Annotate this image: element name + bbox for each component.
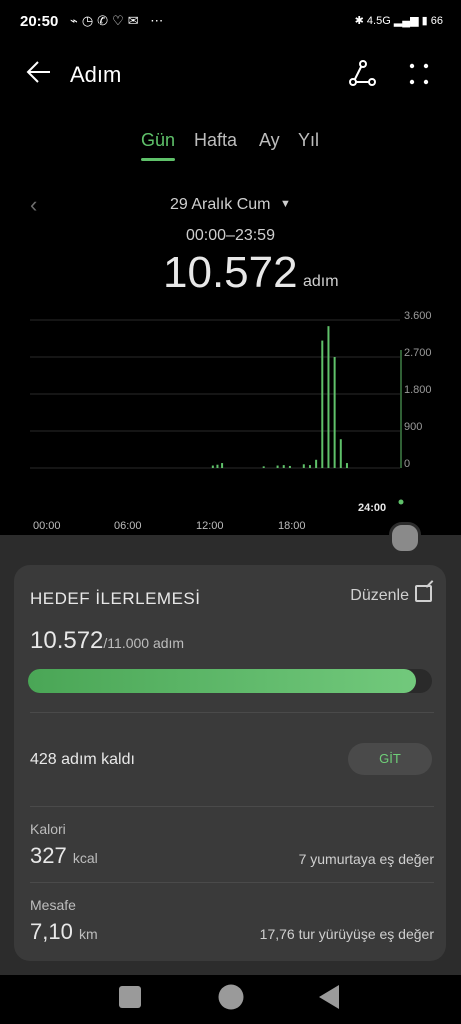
notification-icons: ⌁◷✆♡✉ ⋯ [70, 13, 168, 28]
period-tabs: Gün Hafta Ay Yıl [0, 126, 461, 162]
calorie-value: 327 [30, 843, 67, 868]
app-bar: Adım [0, 44, 461, 104]
date-selector: ‹ 29 Aralık Cum ▼ [0, 192, 461, 220]
back-nav-icon[interactable] [317, 984, 341, 1015]
x-tick-label: 12:00 [196, 520, 224, 532]
step-bar [345, 463, 348, 468]
step-bar [282, 465, 285, 468]
y-tick-label: 1.800 [404, 384, 432, 396]
time-range: 00:00–23:59 [186, 227, 275, 244]
recent-apps-icon[interactable] [118, 985, 142, 1014]
x-tick-label: 24:00 [358, 502, 386, 514]
divider [30, 712, 434, 713]
total-steps: 10.572 [163, 248, 298, 297]
tab-month[interactable]: Ay [259, 130, 280, 151]
step-bar [321, 340, 324, 468]
back-arrow-icon[interactable] [26, 60, 52, 91]
calorie-label: Kalori [30, 821, 66, 837]
step-bar [339, 439, 342, 468]
edit-icon [415, 585, 432, 602]
y-tick-label: 3.600 [404, 310, 432, 322]
status-right-icons: ✱ 4.5G ▂▄▆ ▮ 66 [355, 14, 443, 27]
calorie-unit: kcal [72, 850, 98, 866]
distance-value: 7,10 [30, 919, 73, 944]
step-bar [221, 463, 224, 468]
x-tick-label: 06:00 [114, 520, 142, 532]
dropdown-caret-icon[interactable]: ▼ [280, 198, 291, 210]
previous-date-icon[interactable]: ‹ [30, 192, 37, 218]
step-bar [288, 465, 291, 468]
distance-value-row: 7,10 km [30, 919, 98, 945]
share-icon[interactable] [348, 60, 376, 93]
battery-icon: ▮ [421, 15, 428, 27]
y-tick-label: 2.700 [404, 347, 432, 359]
tab-week[interactable]: Hafta [194, 130, 237, 151]
more-options-icon[interactable] [407, 60, 431, 93]
distance-unit: km [78, 926, 98, 942]
edit-label: Düzenle [350, 587, 409, 604]
step-bar [308, 465, 311, 468]
x-tick-label: 18:00 [278, 520, 306, 532]
goal-title: HEDEF İLERLEMESİ [30, 589, 201, 608]
network-indicator: 4.5G [366, 15, 391, 27]
step-bar [333, 357, 336, 468]
current-time-dot [398, 499, 404, 505]
steps-unit: adım [303, 273, 339, 290]
goal-progress-fill [28, 669, 417, 693]
calorie-value-row: 327 kcal [30, 843, 98, 869]
y-tick-label: 900 [404, 421, 422, 433]
y-tick-label: 0 [404, 458, 410, 470]
status-bar: 20:50 ⌁◷✆♡✉ ⋯ ✱ 4.5G ▂▄▆ ▮ 66 [0, 0, 461, 44]
steps-chart: 3.600 2.700 1.800 900 0 00:00 06:00 12:00 18:00 2… [0, 300, 461, 540]
calorie-equivalent: 7 yumurtaya eş değer [298, 851, 434, 867]
page-title: Adım [70, 62, 122, 87]
chart-scrubber-handle[interactable] [389, 522, 421, 554]
step-bar [327, 326, 330, 468]
tab-indicator [141, 158, 175, 161]
step-bar [216, 464, 219, 468]
goal-progress-text: 10.572/11.000 adım [30, 627, 184, 655]
steps-bar-chart: 3.600 2.700 1.800 900 0 00:00 06:00 12:00 18:00 2… [30, 310, 432, 532]
status-time: 20:50 [20, 13, 59, 30]
goal-progress-bar [28, 669, 432, 693]
step-bar [262, 466, 265, 468]
edit-goal-button[interactable]: Düzenle [350, 585, 432, 605]
divider [30, 882, 434, 883]
x-tick-label: 00:00 [33, 520, 61, 532]
step-bar [276, 465, 279, 468]
remaining-steps: 428 adım kaldı [30, 751, 135, 768]
signal-icon: ▂▄▆ [393, 15, 419, 27]
goal-progress-card: HEDEF İLERLEMESİ Düzenle 10.572/11.000 a… [14, 565, 446, 961]
step-bar [315, 459, 318, 468]
tab-year[interactable]: Yıl [298, 130, 319, 151]
step-bar [302, 464, 305, 468]
distance-equivalent: 17,76 tur yürüyüşe eş değer [259, 926, 434, 942]
go-button[interactable]: GİT [348, 743, 432, 775]
system-nav-bar [0, 975, 461, 1024]
bluetooth-icon: ✱ [354, 15, 364, 27]
divider [30, 806, 434, 807]
battery-level: 66 [430, 15, 443, 27]
goal-current: 10.572 [30, 627, 104, 654]
date-label[interactable]: 29 Aralık Cum [170, 196, 270, 214]
goal-target: /11.000 adım [103, 635, 185, 651]
home-icon[interactable] [217, 983, 245, 1016]
distance-label: Mesafe [30, 897, 76, 913]
step-bar [211, 465, 214, 468]
tab-day[interactable]: Gün [141, 130, 175, 151]
